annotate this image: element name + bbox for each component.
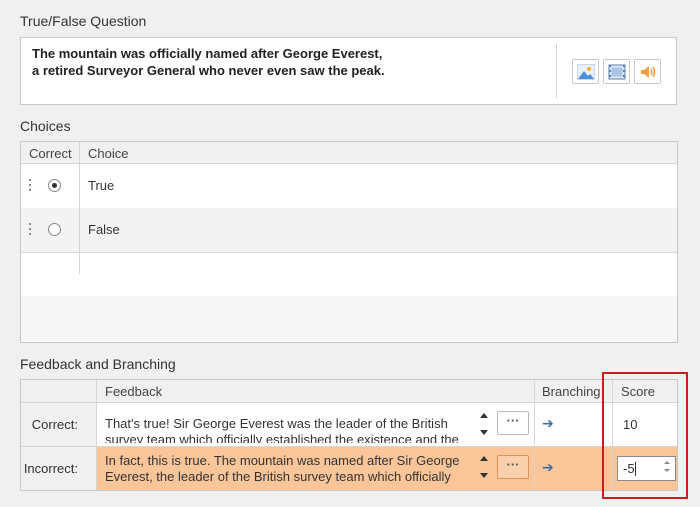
choices-table: Correct Choice True False <box>20 141 678 343</box>
scroll-down-icon[interactable] <box>480 473 488 478</box>
scroll-up-icon[interactable] <box>480 413 488 418</box>
insert-audio-button[interactable] <box>634 59 661 84</box>
choice-label[interactable]: True <box>88 178 114 193</box>
more-button[interactable]: ··· <box>497 455 529 479</box>
choice-label[interactable]: False <box>88 222 120 237</box>
row-label: Correct: <box>21 403 96 446</box>
column-header-choice[interactable]: Choice <box>88 146 128 161</box>
column-header-feedback[interactable]: Feedback <box>105 384 162 399</box>
question-section-title: True/False Question <box>20 13 147 29</box>
video-icon <box>608 64 626 80</box>
choices-header: Correct Choice <box>21 142 677 164</box>
column-header-correct[interactable]: Correct <box>29 146 72 161</box>
choices-section-title: Choices <box>20 118 71 134</box>
question-text[interactable]: The mountain was officially named after … <box>32 45 532 79</box>
row-label: Incorrect: <box>21 447 96 490</box>
scroll-up-icon[interactable] <box>480 456 488 461</box>
correct-radio[interactable] <box>48 223 61 236</box>
choice-row[interactable]: True <box>21 164 677 208</box>
insert-video-button[interactable] <box>603 59 630 84</box>
column-header-branching[interactable]: Branching <box>542 384 601 399</box>
column-divider <box>79 142 80 274</box>
feedback-table: Feedback Branching Score Correct: That's… <box>20 379 678 491</box>
branching-arrow-icon[interactable]: ➔ <box>542 415 554 432</box>
empty-choice-row[interactable] <box>21 252 677 296</box>
score-column-highlight <box>602 372 688 499</box>
scroll-down-icon[interactable] <box>480 430 488 435</box>
choice-row[interactable]: False <box>21 208 677 252</box>
correct-radio[interactable] <box>48 179 61 192</box>
branching-arrow-icon[interactable]: ➔ <box>542 459 554 476</box>
column-divider <box>534 380 535 490</box>
feedback-text[interactable]: In fact, this is true. The mountain was … <box>105 453 475 485</box>
insert-image-button[interactable] <box>572 59 599 84</box>
drag-handle-icon[interactable] <box>29 223 32 237</box>
divider <box>556 44 557 98</box>
feedback-section-title: Feedback and Branching <box>20 356 176 372</box>
column-divider <box>96 380 97 490</box>
audio-icon <box>641 66 656 78</box>
question-editor[interactable]: The mountain was officially named after … <box>20 37 677 105</box>
image-icon <box>577 64 595 80</box>
more-button[interactable]: ··· <box>497 411 529 435</box>
drag-handle-icon[interactable] <box>29 179 32 193</box>
feedback-row-incorrect[interactable]: Incorrect: In fact, this is true. The mo… <box>21 447 677 490</box>
scroll-arrows[interactable] <box>477 454 491 482</box>
feedback-header: Feedback Branching Score <box>21 380 677 403</box>
feedback-row-correct[interactable]: Correct: That's true! Sir George Everest… <box>21 403 677 447</box>
scroll-arrows[interactable] <box>477 411 491 439</box>
feedback-text[interactable]: That's true! Sir George Everest was the … <box>105 416 475 443</box>
